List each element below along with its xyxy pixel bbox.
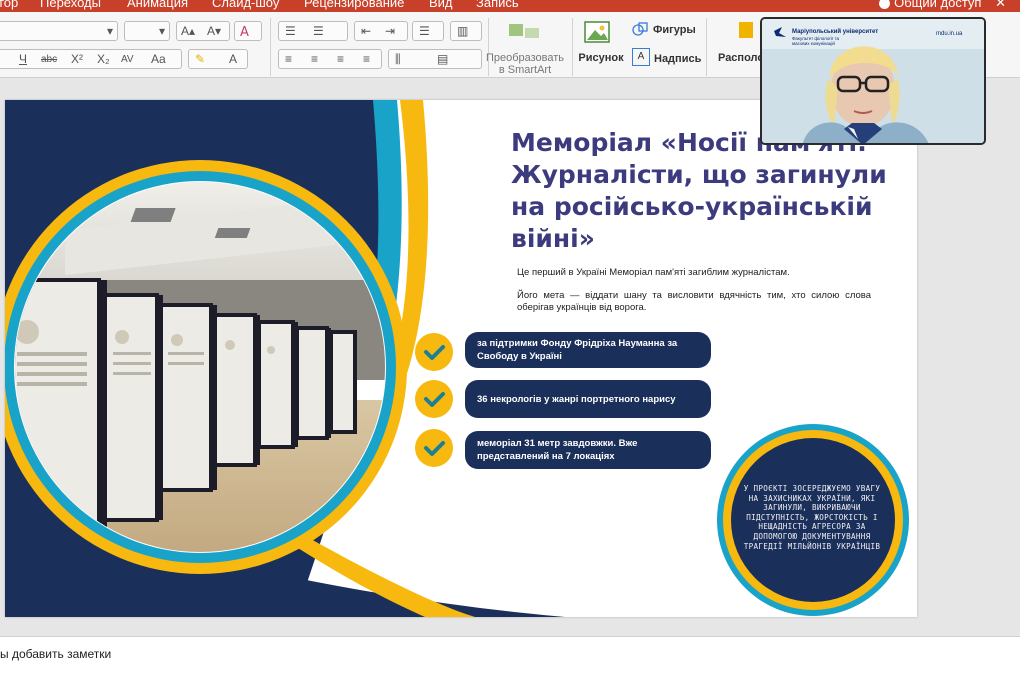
font-size-select[interactable]: ▾ [124,21,170,41]
menu-item[interactable]: тор [0,0,18,10]
share-label: Общий доступ [894,0,982,10]
bullet-list-icon: ☰ [285,24,296,38]
smartart-button[interactable]: Преобразовать в SmartArt [484,52,566,76]
bullets-button[interactable]: ☰ ☰ [278,21,348,41]
menu-item-animation[interactable]: Анимация [127,0,188,10]
slide[interactable]: Меморіал «Носії пам'яті: Журналісти, що … [5,100,917,617]
university-name: Маріупольський університет [792,29,879,35]
change-case-button[interactable]: Aa [151,52,166,66]
highlighter-icon[interactable]: ✎ [195,52,205,66]
text-direction-group: ⫼ ▤ [388,49,482,69]
menu-item-transitions[interactable]: Переходы [40,0,101,10]
text-direction-icon[interactable]: ⫼ [395,52,401,67]
subscript-button[interactable]: X₂ [97,52,110,66]
superscript-button[interactable]: X² [71,52,83,66]
arrange-icon [738,20,756,42]
picture-icon [583,20,613,46]
shapes-button[interactable]: Фигуры [653,24,696,36]
smartart-icon [505,20,545,42]
notes-placeholder[interactable]: ы добавить заметки [0,647,111,661]
person-icon [879,0,891,10]
feature-pill[interactable]: за підтримки Фонду Фрідріха Науманна за … [465,332,711,368]
font-name-select[interactable]: ▾ [0,21,118,41]
line-spacing-button[interactable]: ☰ [412,21,444,41]
university-logo: Маріупольський університет Факультет філ… [792,29,878,46]
align-text-icon[interactable]: ▤ [437,52,448,66]
faculty-name: Факультет філології та масових комунікац… [792,36,840,46]
chevron-down-icon: ▾ [106,24,113,38]
circle-caption[interactable]: У ПРОЄКТІ ЗОСЕРЕДЖУЄМО УВАГУ НА ЗАХИСНИК… [739,484,885,551]
feature-pill[interactable]: 36 некрологів у жанрі портретного нарису [465,380,711,418]
numbered-list-icon: ☰ [313,24,324,38]
font-color-button[interactable]: A [229,52,237,66]
columns-button[interactable]: ▥ [450,21,482,41]
textbox-icon: A [632,48,650,66]
arrange-button[interactable]: Располо [718,52,764,64]
webcam-overlay[interactable]: Маріупольський університет Факультет філ… [760,17,986,145]
slide-editor-area: Меморіал «Носії пам'яті: Журналісти, що … [0,78,1020,636]
ribbon-separator [572,18,573,76]
university-site: mdu.in.ua [936,31,963,37]
picture-button[interactable]: Рисунок [576,52,626,64]
highlight-color-group: ✎ A [188,49,248,69]
menu-item-record[interactable]: Запись [476,0,519,10]
ribbon-separator [270,18,271,76]
share-button[interactable]: Общий доступ ✕ [879,0,1006,11]
align-group: ≡ ≡ ≡ ≡ [278,49,382,69]
textbox-button[interactable]: Надпись [654,53,701,65]
strikethrough-button[interactable]: abc [41,54,57,65]
indent-button[interactable]: ⇤ ⇥ [354,21,408,41]
feature-pill[interactable]: меморіал 31 метр завдовжки. Вже представ… [465,431,711,469]
indent-decrease-icon: ⇤ [361,24,372,38]
align-center-icon[interactable]: ≡ [311,52,318,66]
eraser-icon: A [240,25,249,40]
ribbon-separator [706,18,707,76]
align-left-icon[interactable]: ≡ [285,52,292,66]
purpose-text[interactable]: Його мета — віддати шану та висловити вд… [517,290,871,314]
clear-format-button[interactable]: A [234,21,262,41]
increase-font-icon[interactable]: A▴ [181,24,195,38]
svg-text:A: A [240,25,249,40]
shapes-icon [632,21,648,37]
align-right-icon[interactable]: ≡ [337,52,344,66]
chevron-down-icon: ▾ [158,24,165,38]
close-icon[interactable]: ✕ [995,0,1006,10]
indent-increase-icon: ⇥ [385,24,396,38]
menu-item-view[interactable]: Вид [429,0,453,10]
columns-icon: ▥ [457,24,469,38]
text-format-group: Ч abc X² X₂ AV Aa [0,49,182,69]
menu-bar: тор Переходы Анимация Слайд-шоу Рецензир… [0,0,1020,12]
line-spacing-icon: ☰ [419,24,430,38]
slide-title[interactable]: Меморіал «Носії пам'яті: Журналісти, що … [511,127,911,255]
check-icon [415,429,453,467]
menu-item-slideshow[interactable]: Слайд-шоу [212,0,279,10]
menu-item-review[interactable]: Рецензирование [304,0,404,10]
underline-button[interactable]: Ч [19,52,27,66]
check-icon [415,380,453,418]
decrease-font-icon[interactable]: A▾ [207,24,221,38]
justify-icon[interactable]: ≡ [363,52,370,66]
check-icon [415,333,453,371]
char-spacing-button[interactable]: AV [121,54,134,65]
font-size-buttons[interactable]: A▴ A▾ [176,21,230,41]
intro-text[interactable]: Це перший в Україні Меморіал пам'яті заг… [517,267,877,279]
notes-pane[interactable]: ы добавить заметки [0,636,1020,675]
